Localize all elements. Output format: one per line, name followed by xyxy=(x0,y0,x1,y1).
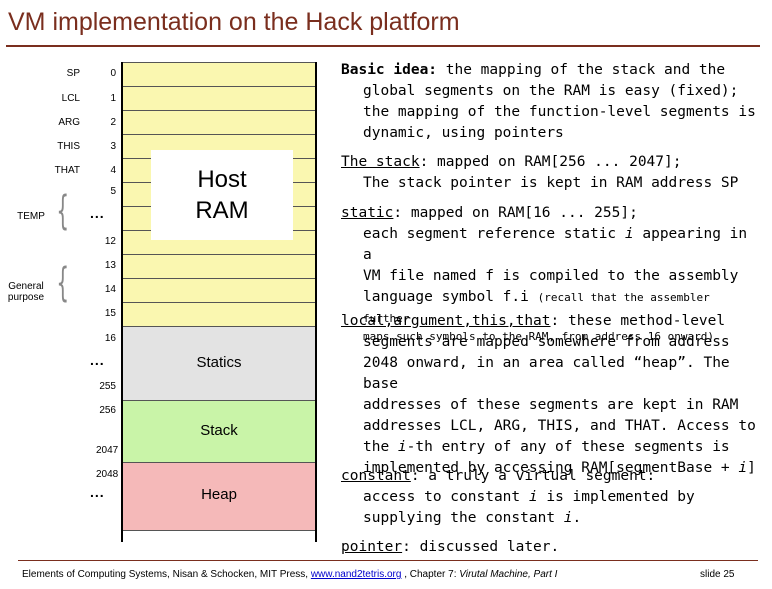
address-label: 2047 xyxy=(96,445,119,456)
ellipsis: ... xyxy=(90,484,105,500)
row-divider xyxy=(123,462,315,463)
footer-divider xyxy=(18,560,758,561)
row-divider xyxy=(123,400,315,401)
text-fragment: access to constant xyxy=(363,489,529,505)
row-divider xyxy=(123,134,315,135)
address-label: 4 xyxy=(110,165,116,176)
footer-chapter: Virutal Machine, Part I xyxy=(459,569,558,580)
text-line: addresses of these segments are kept in … xyxy=(363,397,739,413)
register-this: THIS xyxy=(57,141,80,152)
statics-label: Statics xyxy=(196,354,242,371)
italic-i: i xyxy=(528,489,538,505)
general-purpose-brace: { xyxy=(56,260,70,306)
ellipsis: ... xyxy=(90,352,105,368)
heap-label: Heap xyxy=(201,486,237,503)
text-line: global segments on the RAM is easy (fixe… xyxy=(363,83,739,99)
italic-i: i xyxy=(563,510,573,526)
footer-citation: Elements of Computing Systems, Nisan & S… xyxy=(22,569,557,580)
row-divider xyxy=(123,302,315,303)
memory-map: Host RAM Statics Stack Heap xyxy=(121,62,317,542)
footer-text: , Chapter 7: xyxy=(401,569,460,580)
row-divider xyxy=(123,110,315,111)
text-line: dynamic, using pointers xyxy=(363,125,564,141)
address-label: 0 xyxy=(110,68,116,79)
address-label: 2048 xyxy=(96,469,119,480)
stack-label: Stack xyxy=(200,422,238,439)
text-fragment: . xyxy=(572,510,582,526)
address-label: 12 xyxy=(104,236,116,247)
register-that: THAT xyxy=(54,165,80,176)
host-ram-line: RAM xyxy=(195,197,249,224)
text-line: : mapped on RAM[16 ... 255]; xyxy=(393,205,638,221)
constant-heading: constant xyxy=(341,468,411,484)
basic-idea-heading: Basic idea: xyxy=(341,62,438,78)
row-divider xyxy=(123,326,315,327)
address-label: 13 xyxy=(104,260,116,271)
slide-title: VM implementation on the Hack platform xyxy=(8,8,460,36)
pointer-heading: pointer xyxy=(341,539,403,555)
text-fragment: is implemented by xyxy=(537,489,695,505)
row-divider xyxy=(123,62,315,63)
nand2tetris-link[interactable]: www.nand2tetris.org xyxy=(311,569,402,580)
text-line: : a truly a virtual segment: xyxy=(410,468,656,484)
register-lcl: LCL xyxy=(61,93,80,104)
temp-label: TEMP xyxy=(17,211,45,222)
text-line: The stack pointer is kept in RAM address… xyxy=(363,175,739,191)
address-label: 14 xyxy=(104,284,116,295)
text-fragment: language symbol f.i xyxy=(363,289,538,305)
italic-i: i xyxy=(624,226,634,242)
address-label: 255 xyxy=(99,381,116,392)
ellipsis: ... xyxy=(90,205,105,221)
text-line: : discussed later. xyxy=(402,539,560,555)
address-label: 16 xyxy=(104,333,116,344)
text-fragment: the xyxy=(363,439,398,455)
host-ram-label: Host RAM xyxy=(151,150,293,240)
address-label: 15 xyxy=(104,308,116,319)
text-line: the mapping of the stack and the xyxy=(445,62,726,78)
basic-idea-paragraph: Basic idea: the mapping of the stack and… xyxy=(341,60,761,144)
title-divider xyxy=(6,45,760,47)
address-label: 5 xyxy=(110,186,116,197)
text-fragment: supplying the constant xyxy=(363,510,564,526)
text-line: addresses LCL, ARG, THIS, and THAT. Acce… xyxy=(363,418,756,434)
constant-paragraph: constant: a truly a virtual segment: acc… xyxy=(341,466,761,529)
row-divider xyxy=(123,254,315,255)
temp-brace: { xyxy=(56,188,70,234)
register-arg: ARG xyxy=(58,117,80,128)
text-fragment: -th entry of any of these segments is xyxy=(406,439,730,455)
row-divider xyxy=(123,86,315,87)
text-line: segments are mapped somewhere from addre… xyxy=(363,334,730,350)
local-heading: local,argument,this,that xyxy=(341,313,551,329)
text-line: 2048 onward, in an area called “heap”. T… xyxy=(363,355,730,392)
italic-i: i xyxy=(397,439,407,455)
local-paragraph: local,argument,this,that: these method-l… xyxy=(341,311,761,479)
text-line: the mapping of the function-level segmen… xyxy=(363,104,756,120)
address-label: 256 xyxy=(99,405,116,416)
general-purpose-label: General purpose xyxy=(7,281,45,303)
address-label: 1 xyxy=(110,93,116,104)
slide-number: slide 25 xyxy=(700,569,735,580)
text-line: : mapped on RAM[256 ... 2047]; xyxy=(419,154,682,170)
row-divider xyxy=(123,530,315,531)
address-label: 2 xyxy=(110,117,116,128)
host-ram-line: Host xyxy=(197,166,247,193)
address-label: 3 xyxy=(110,141,116,152)
text-fragment: each segment reference static xyxy=(363,226,625,242)
pointer-paragraph: pointer: discussed later. xyxy=(341,537,761,558)
footer-text: Elements of Computing Systems, Nisan & S… xyxy=(22,569,311,580)
stack-heading: The stack xyxy=(341,154,420,170)
static-heading: static xyxy=(341,205,394,221)
register-sp: SP xyxy=(66,68,80,79)
text-line: VM file named f is compiled to the assem… xyxy=(363,268,739,284)
text-line: : these method-level xyxy=(550,313,726,329)
stack-paragraph: The stack: mapped on RAM[256 ... 2047]; … xyxy=(341,152,761,194)
row-divider xyxy=(123,278,315,279)
